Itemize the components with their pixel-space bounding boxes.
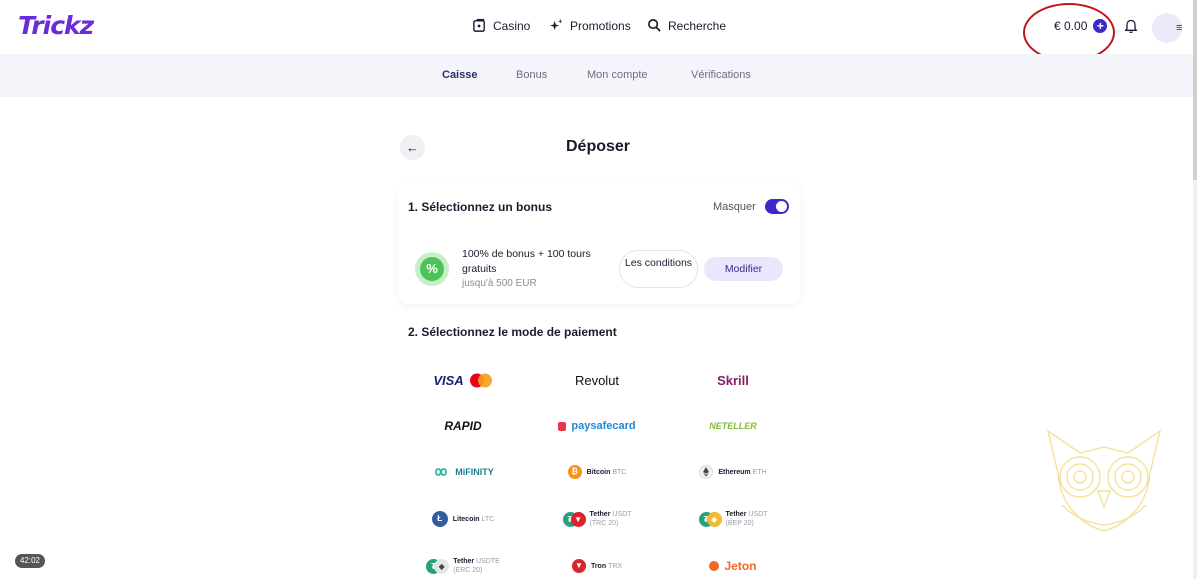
bonus-subtitle: jusqu'à 500 EUR (462, 278, 537, 289)
bell-icon[interactable] (1124, 19, 1138, 34)
tether-erc20-label: Tether USDTE (ERC 20) (453, 557, 500, 575)
jeton-icon (709, 561, 720, 571)
ethereum-ticker: ETH (752, 468, 767, 476)
nav-casino-label: Casino (493, 18, 531, 33)
nav-promotions[interactable]: Promotions (549, 18, 631, 33)
back-button[interactable]: ← (400, 135, 425, 160)
percent-badge-icon: % (415, 252, 449, 286)
sparkle-icon (549, 18, 563, 31)
conditions-button[interactable]: Les conditions (619, 250, 698, 288)
payment-section-heading: 2. Sélectionnez le mode de paiement (408, 325, 617, 339)
tether-erc20-network: (ERC 20) (453, 567, 483, 574)
hide-toggle[interactable] (765, 199, 789, 214)
payment-rapid[interactable]: RAPID (398, 406, 528, 446)
payment-tron[interactable]: ▼ Tron TRX (532, 546, 662, 579)
skrill-logo: Skrill (717, 372, 749, 388)
tether-bep20-ticker: USDT (748, 511, 768, 518)
visa-logo: VISA (433, 372, 464, 388)
litecoin-icon: Ł (431, 511, 448, 527)
nav-search[interactable]: Recherche (647, 18, 726, 33)
payment-tether-erc20[interactable]: ₮◆ Tether USDTE (ERC 20) (398, 546, 528, 579)
trickz-logo[interactable]: Trickz (18, 11, 94, 40)
tether-erc20-ticker: USDTE (476, 558, 500, 565)
litecoin-label: Litecoin LTC (453, 515, 495, 524)
tether-trc20-name: Tether (589, 511, 611, 518)
tron-name: Tron (590, 562, 607, 570)
revolut-logo: Revolut (574, 372, 620, 388)
tether-eth-icon: ₮◆ (426, 558, 450, 574)
tab-verifications[interactable]: Vérifications (691, 69, 751, 81)
tether-bep20-network: (BEP 20) (725, 520, 754, 527)
ethereum-name: Ethereum (718, 468, 751, 476)
bonus-section-heading: 1. Sélectionnez un bonus (408, 200, 553, 214)
tether-erc20-name: Tether (453, 558, 475, 565)
paysafecard-logo: paysafecard (571, 420, 636, 432)
payment-ethereum[interactable]: Ethereum ETH (668, 452, 798, 492)
payment-paysafecard[interactable]: paysafecard (532, 406, 662, 446)
payment-jeton[interactable]: Jeton (668, 546, 798, 579)
bitcoin-icon: ₿ (567, 465, 582, 479)
tether-tron-icon: ₮▼ (562, 511, 586, 527)
payment-neteller[interactable]: NETELLER (668, 406, 798, 446)
tether-bep20-label: Tether USDT (BEP 20) (726, 510, 768, 528)
payment-skrill[interactable]: Skrill (668, 360, 798, 400)
nav-casino[interactable]: Casino (472, 18, 530, 33)
tab-caisse[interactable]: Caisse (442, 69, 477, 81)
tether-bnb-icon: ₮◆ (698, 511, 722, 527)
mastercard-icon (469, 373, 492, 387)
search-icon (648, 19, 661, 32)
lock-icon (558, 421, 567, 431)
tron-ticker: TRX (608, 562, 623, 570)
bitcoin-label: Bitcoin BTC (587, 468, 627, 477)
payment-tether-bep20[interactable]: ₮◆ Tether USDT (BEP 20) (668, 499, 798, 539)
owl-watermark-icon (1046, 429, 1162, 532)
mifinity-logo: MiFINITY (455, 467, 494, 477)
jeton-logo: Jeton (724, 559, 757, 573)
timestamp-badge: 42:02 (15, 554, 45, 568)
tether-trc20-label: Tether USDT (TRC 20) (590, 510, 632, 528)
payment-mifinity[interactable]: MiFINITY (398, 452, 528, 492)
rapid-logo: RAPID (444, 419, 482, 433)
arrow-left-icon: ← (406, 140, 419, 155)
tab-bonus[interactable]: Bonus (516, 69, 547, 81)
nav-search-label: Recherche (668, 18, 727, 33)
payment-litecoin[interactable]: Ł Litecoin LTC (398, 499, 528, 539)
hamburger-icon[interactable]: ≡ (1176, 22, 1182, 34)
tether-trc20-ticker: USDT (612, 511, 632, 518)
mifinity-icon (435, 468, 448, 476)
bonus-title: 100% de bonus + 100 tours gratuits (462, 248, 591, 275)
hide-label: Masquer (713, 201, 756, 213)
tether-bep20-name: Tether (725, 511, 747, 518)
payment-revolut[interactable]: Revolut (532, 360, 662, 400)
neteller-logo: NETELLER (709, 421, 757, 431)
litecoin-ticker: LTC (481, 515, 495, 523)
ethereum-label: Ethereum ETH (718, 468, 766, 477)
tron-icon: ▼ (571, 559, 586, 573)
tron-label: Tron TRX (591, 562, 622, 571)
litecoin-name: Litecoin (452, 515, 480, 523)
top-header: Trickz Casino Promotions Recherche € 0.0… (0, 0, 1197, 62)
bitcoin-name: Bitcoin (586, 468, 611, 476)
casino-icon (473, 18, 485, 32)
payment-tether-trc20[interactable]: ₮▼ Tether USDT (TRC 20) (532, 499, 662, 539)
tab-mon-compte[interactable]: Mon compte (587, 69, 648, 81)
payment-bitcoin[interactable]: ₿ Bitcoin BTC (532, 452, 662, 492)
account-subnav: Caisse Bonus Mon compte Vérifications (0, 54, 1193, 97)
modify-button[interactable]: Modifier (704, 257, 783, 281)
page-title: Déposer (566, 138, 631, 155)
scrollbar-thumb[interactable] (1193, 0, 1197, 180)
nav-promotions-label: Promotions (570, 18, 631, 33)
ethereum-icon (699, 465, 714, 479)
bitcoin-ticker: BTC (612, 468, 627, 476)
tether-trc20-network: (TRC 20) (589, 520, 619, 527)
payment-visa[interactable]: VISA (398, 360, 528, 400)
